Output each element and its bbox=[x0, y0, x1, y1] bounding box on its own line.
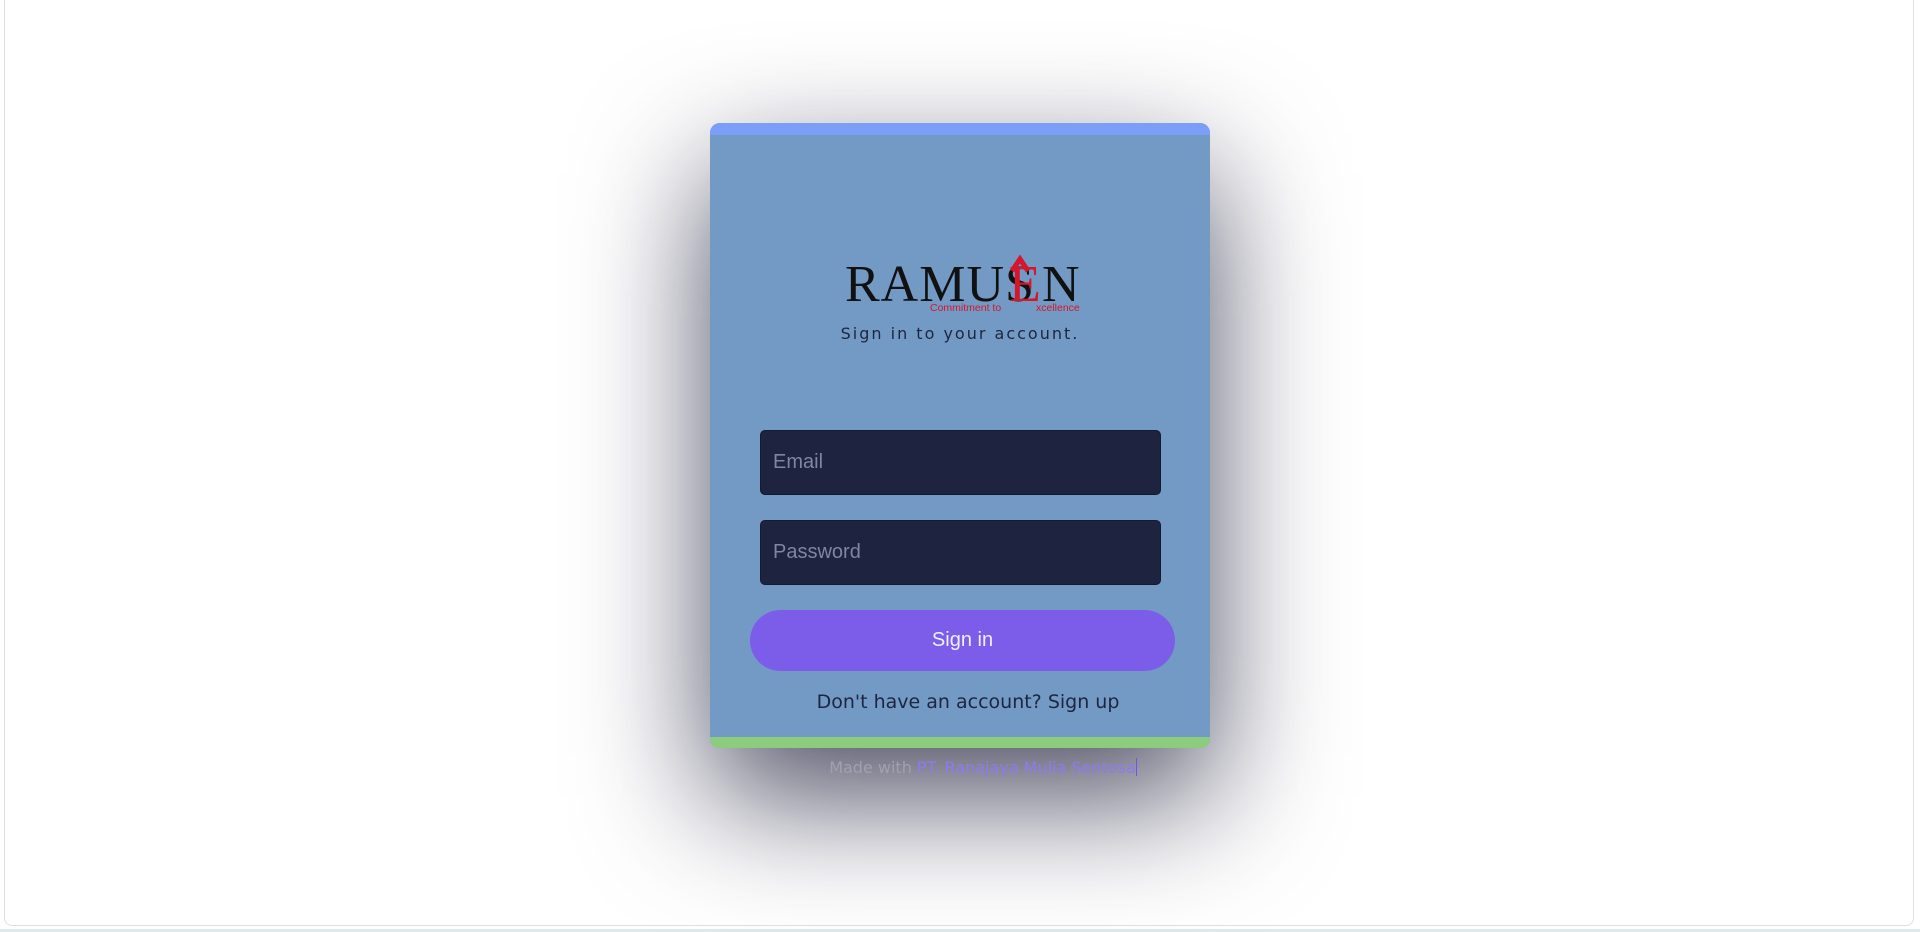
ramusen-logo: RAMUS E N Commitment to xcellence bbox=[845, 251, 1085, 315]
card-bottom-accent-bar bbox=[710, 737, 1210, 748]
signup-row: Don't have an account? Sign up bbox=[710, 691, 1210, 713]
svg-text:Commitment to: Commitment to bbox=[930, 302, 1001, 314]
company-link[interactable]: PT. Ranajaya Mulia Sentosa bbox=[917, 758, 1136, 777]
email-field[interactable] bbox=[760, 430, 1161, 495]
password-field[interactable] bbox=[760, 520, 1161, 585]
footer-prefix: Made with bbox=[829, 758, 912, 777]
signup-prompt: Don't have an account? bbox=[816, 691, 1042, 713]
sign-up-link[interactable]: Sign up bbox=[1048, 691, 1120, 713]
text-caret bbox=[1135, 758, 1137, 776]
svg-text:xcellence: xcellence bbox=[1036, 302, 1080, 314]
footer: Made with PT. Ranajaya Mulia Sentosa bbox=[0, 758, 1920, 777]
login-card: RAMUS E N Commitment to xcellence Sign i… bbox=[710, 123, 1210, 748]
card-top-accent-bar bbox=[710, 123, 1210, 135]
sign-in-button[interactable]: Sign in bbox=[750, 610, 1175, 671]
signin-subtitle: Sign in to your account. bbox=[840, 324, 1080, 343]
